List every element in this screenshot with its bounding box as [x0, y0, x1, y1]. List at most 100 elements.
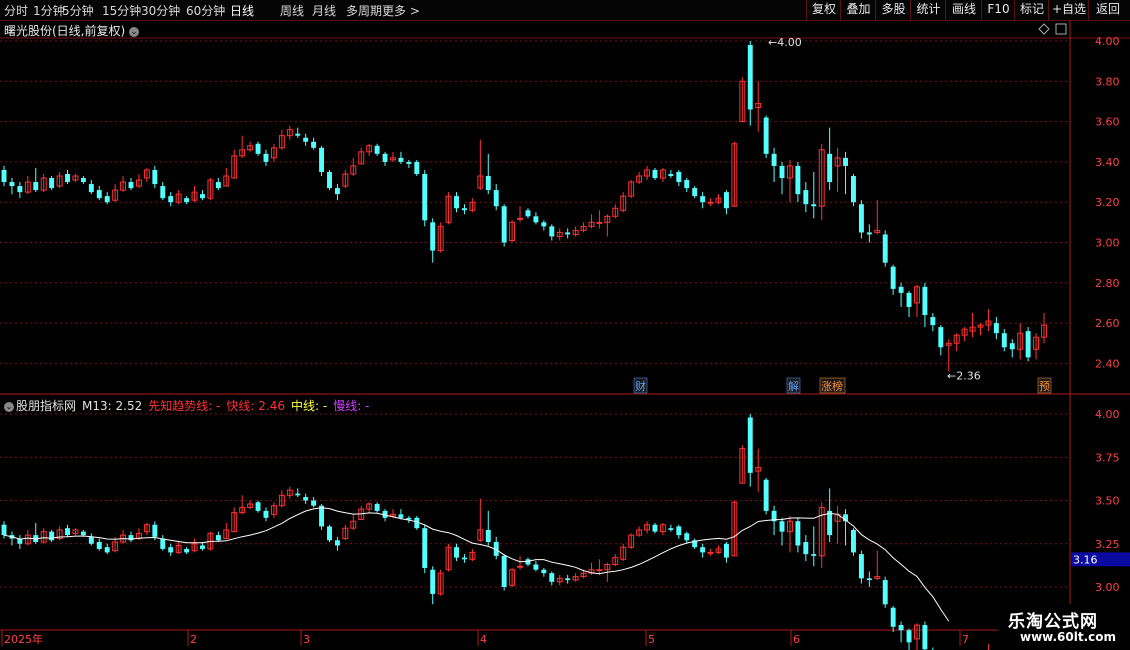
- indicator-menu-icon[interactable]: ⌄: [4, 401, 14, 412]
- event-marker: 解: [788, 379, 799, 393]
- x-axis-label: 3: [303, 633, 310, 646]
- ind-candle: [747, 417, 753, 473]
- ind-candle: [652, 524, 658, 532]
- main-candle: [461, 208, 467, 211]
- ind-candle: [866, 578, 872, 581]
- ind-candle: [533, 564, 539, 570]
- main-candle: [763, 117, 769, 154]
- x-axis-label: 7: [962, 633, 969, 646]
- ind-candle: [811, 554, 817, 556]
- main-candle: [485, 176, 491, 191]
- ind-candle: [430, 569, 436, 594]
- main-candle: [803, 190, 809, 205]
- event-marker: 财: [635, 379, 646, 393]
- main-candle: [747, 45, 753, 110]
- ind-candle: [374, 503, 380, 511]
- main-candle: [374, 145, 380, 154]
- candle-layer: [1, 41, 1047, 372]
- main-candle: [128, 182, 134, 189]
- ind-candle: [334, 540, 340, 546]
- main-candle: [422, 173, 428, 221]
- ind-candle: [906, 630, 912, 643]
- ind-candle: [398, 514, 404, 518]
- ind-candle: [882, 580, 888, 605]
- main-candle: [311, 141, 317, 148]
- x-axis-label: 5: [648, 633, 655, 646]
- x-axis-label: 6: [793, 633, 800, 646]
- ind-candle: [49, 531, 55, 541]
- ind-candle: [851, 529, 856, 553]
- ind-candle: [549, 573, 555, 582]
- main-candle: [17, 186, 23, 193]
- ind-candle: [707, 551, 714, 554]
- ind-candle: [461, 557, 467, 560]
- main-candle: [215, 182, 221, 189]
- main-candle: [858, 204, 864, 233]
- main-candle: [80, 178, 86, 183]
- main-candle: [88, 184, 94, 193]
- main-candle: [882, 234, 888, 263]
- main-candle: [851, 176, 856, 203]
- main-candle: [319, 147, 325, 172]
- ind-y-tick-label: 3.25: [1095, 538, 1120, 551]
- main-candle: [1, 169, 7, 183]
- main-candle: [890, 266, 896, 289]
- dropdown-icon[interactable]: ⌄: [129, 26, 140, 37]
- main-candle: [930, 317, 936, 326]
- main-candle: [184, 198, 190, 203]
- main-candle: [65, 173, 70, 183]
- main-candle: [49, 178, 55, 189]
- kline-chart-canvas[interactable]: 4.00 3.80 3.60 3.40 3.20 3.00 2.80 2.60 2.40 4.00…: [0, 0, 1130, 650]
- legend-item-2: 先知趋势线: -: [148, 399, 221, 413]
- main-candle: [922, 286, 928, 316]
- main-y-tick-label: 2.80: [1095, 277, 1120, 290]
- legend-item-0: 股朋指标网: [16, 399, 77, 413]
- high-price-label: ←4.00: [768, 36, 802, 49]
- main-candle: [707, 201, 714, 204]
- ind-candle: [858, 554, 864, 579]
- pane-maximize-icon: [1055, 23, 1067, 35]
- main-candle: [168, 196, 174, 203]
- ind-candle: [200, 545, 205, 549]
- ind-candle: [295, 493, 301, 496]
- main-candle: [160, 186, 166, 199]
- stock-title[interactable]: 曙光股份(日线,前复权): [4, 24, 125, 38]
- main-candle: [200, 194, 205, 199]
- main-candle: [993, 323, 999, 334]
- main-candle: [771, 153, 777, 166]
- legend-item-1: M13: 2.52: [82, 399, 143, 413]
- ind-candle: [668, 528, 674, 530]
- main-candle: [684, 180, 690, 189]
- ind-candle: [327, 526, 332, 541]
- legend-item-5: 慢线: -: [333, 399, 370, 413]
- grid-layer: [0, 20, 1130, 650]
- ind-candle: [263, 510, 269, 518]
- ind-candle: [676, 526, 682, 536]
- ind-candle: [596, 569, 603, 572]
- indicator-candle-layer: [1, 414, 989, 650]
- main-candle: [263, 153, 269, 162]
- ind-y-tick-label: 3.50: [1095, 495, 1120, 508]
- main-candle: [533, 216, 539, 223]
- main-candle: [525, 210, 531, 217]
- ind-candle: [763, 479, 769, 511]
- indicator-legend: ⌄ 股朋指标网 M13: 2.52 先知趋势线: - 快线: 2.46 中线: - 慢线: …: [4, 397, 381, 414]
- main-candle: [9, 182, 15, 187]
- ind-candle: [565, 578, 571, 581]
- main-candle: [541, 222, 547, 227]
- ind-candle: [160, 538, 166, 549]
- main-candle: [692, 188, 698, 197]
- main-candle: [152, 169, 158, 185]
- main-candle: [430, 222, 436, 251]
- stock-title-bar: 曙光股份(日线,前复权) ⌄: [4, 22, 140, 39]
- main-candle: [795, 165, 801, 195]
- ind-candle: [184, 548, 190, 553]
- main-candle: [938, 327, 944, 348]
- ind-candle: [96, 542, 102, 549]
- ind-candle: [80, 531, 86, 536]
- main-candle: [382, 153, 388, 162]
- x-axis-label: 2: [190, 633, 197, 646]
- ind-candle: [215, 535, 221, 541]
- ind-candle: [827, 510, 833, 536]
- main-candle: [255, 143, 261, 154]
